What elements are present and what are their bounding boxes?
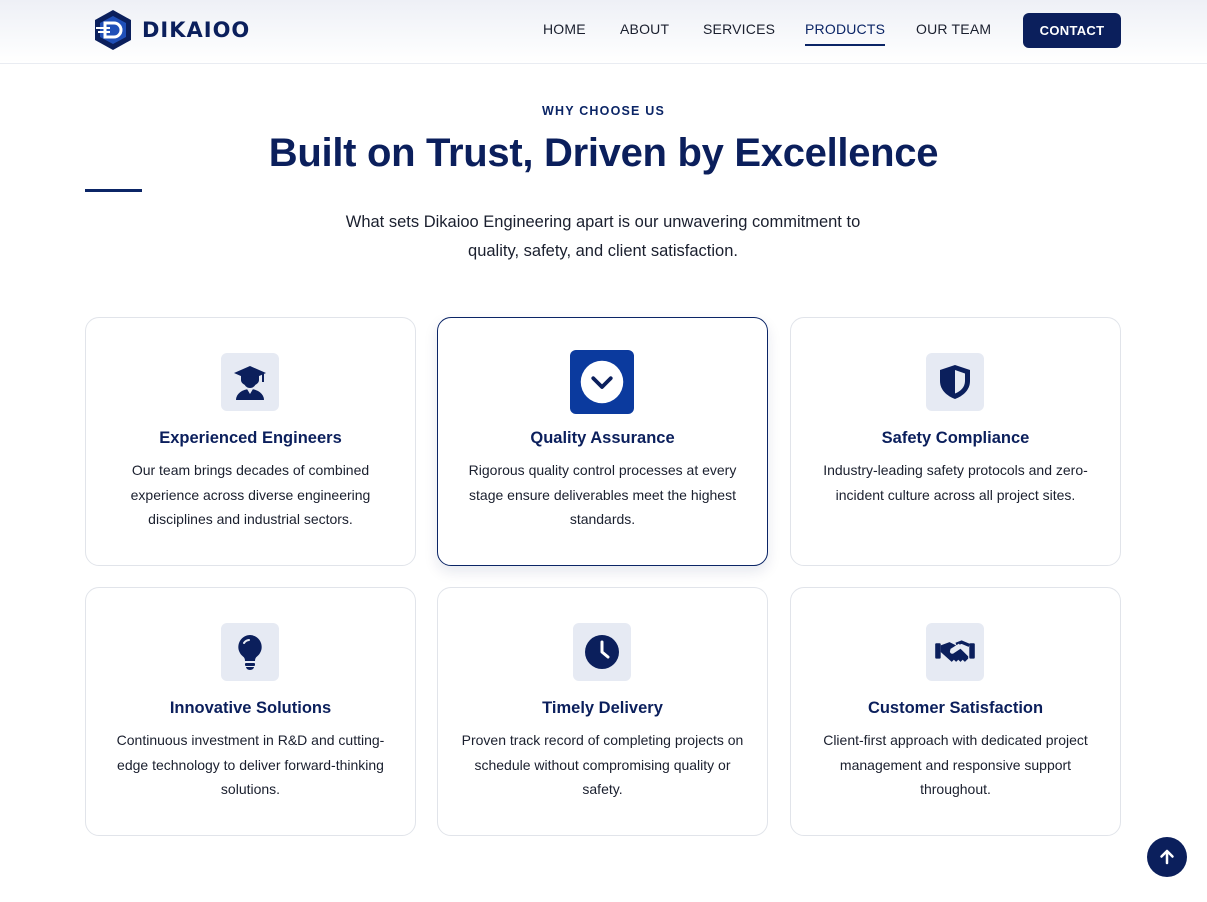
card-title: Experienced Engineers — [159, 429, 342, 447]
lightbulb-icon — [221, 623, 279, 681]
chevron-circle-icon — [570, 350, 634, 414]
title-accent-bar — [85, 189, 142, 192]
feature-card-customer-satisfaction[interactable]: Customer Satisfaction Client-first appro… — [790, 587, 1121, 836]
logo-hexagon-icon — [95, 10, 131, 50]
card-description: Continuous investment in R&D and cutting… — [116, 732, 385, 797]
clock-icon — [573, 623, 631, 681]
feature-card-safety-compliance[interactable]: Safety Compliance Industry-leading safet… — [790, 317, 1121, 566]
section-intro: What sets Dikaioo Engineering apart is o… — [345, 213, 861, 260]
feature-card-innovative-solutions[interactable]: Innovative Solutions Continuous investme… — [85, 587, 416, 836]
contact-button[interactable]: CONTACT — [1023, 13, 1121, 48]
card-description: Rigorous quality control processes at ev… — [468, 462, 737, 527]
card-description: Industry-leading safety protocols and ze… — [823, 462, 1088, 503]
card-title: Quality Assurance — [530, 429, 675, 447]
nav-about[interactable]: ABOUT — [620, 21, 669, 37]
brand-name: DIKAIOO — [142, 18, 251, 42]
shield-icon — [926, 353, 984, 411]
section-eyebrow: WHY CHOOSE US — [541, 104, 666, 118]
brand-logo[interactable]: DIKAIOO — [92, 8, 250, 52]
site-header: DIKAIOO HOME ABOUT SERVICES PRODUCTS OUR… — [0, 0, 1207, 64]
card-description: Our team brings decades of combined expe… — [130, 462, 371, 527]
card-title: Customer Satisfaction — [867, 699, 1044, 717]
feature-card-quality-assurance[interactable]: Quality Assurance Rigorous quality contr… — [437, 317, 768, 566]
card-description: Client-first approach with dedicated pro… — [823, 732, 1088, 797]
feature-card-timely-delivery[interactable]: Timely Delivery Proven track record of c… — [437, 587, 768, 836]
section-title: Built on Trust, Driven by Excellence — [268, 131, 939, 175]
nav-services[interactable]: SERVICES — [703, 21, 775, 37]
card-title: Timely Delivery — [542, 699, 663, 717]
arrow-up-icon — [1160, 849, 1174, 865]
card-title: Innovative Solutions — [169, 699, 332, 717]
feature-card-experienced-engineers[interactable]: Experienced Engineers Our team brings de… — [85, 317, 416, 566]
nav-products[interactable]: PRODUCTS — [805, 21, 886, 46]
nav-our-team[interactable]: OUR TEAM — [916, 21, 991, 37]
handshake-icon — [926, 623, 984, 681]
card-description: Proven track record of completing projec… — [461, 732, 744, 797]
back-to-top-button[interactable] — [1147, 837, 1187, 877]
nav-home[interactable]: HOME — [543, 21, 586, 37]
card-title: Safety Compliance — [881, 429, 1030, 447]
graduate-icon — [221, 353, 279, 411]
